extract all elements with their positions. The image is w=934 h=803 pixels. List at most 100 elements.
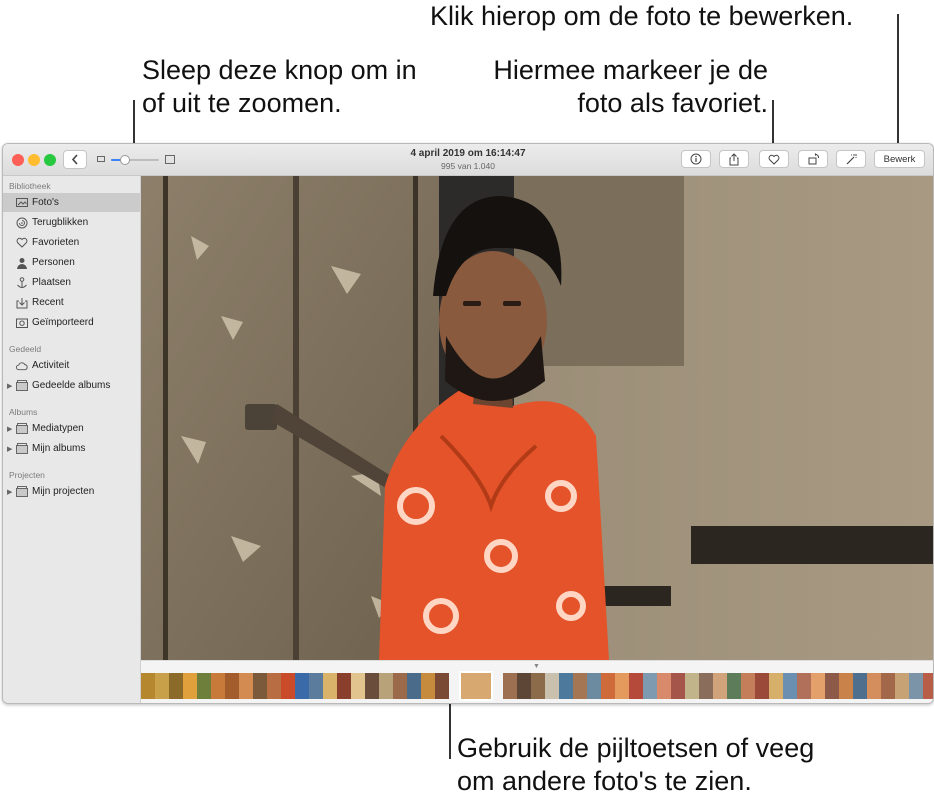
filmstrip-thumbnail[interactable]: [671, 673, 685, 699]
favorite-callout: Hiermee markeer je de foto als favoriet.: [468, 54, 768, 120]
filmstrip-thumbnail[interactable]: [559, 673, 573, 699]
filmstrip-thumbnail[interactable]: [281, 673, 295, 699]
sidebar-heading-gedeeld: Gedeeld: [9, 344, 42, 354]
filmstrip-thumbnail[interactable]: [769, 673, 783, 699]
rotate-button[interactable]: [798, 150, 828, 168]
filmstrip-thumbnail[interactable]: [435, 673, 449, 699]
filmstrip-thumbnail[interactable]: [629, 673, 643, 699]
sidebar-item-label: Plaatsen: [32, 277, 71, 288]
filmstrip[interactable]: ▼: [141, 660, 933, 703]
filmstrip-thumbnail[interactable]: [685, 673, 699, 699]
rotate-icon: [808, 153, 819, 165]
folder-icon: [16, 486, 28, 498]
sidebar-item-label: Recent: [32, 297, 64, 308]
sidebar-item-imported[interactable]: Geïmporteerd: [3, 313, 140, 332]
sidebar-item-label: Geïmporteerd: [32, 317, 94, 328]
sidebar-item-favorites[interactable]: Favorieten: [3, 233, 140, 252]
filmstrip-thumbnail[interactable]: [895, 673, 909, 699]
disclosure-triangle-icon[interactable]: ▶: [7, 425, 12, 433]
filmstrip-thumbnail-current[interactable]: [459, 671, 493, 701]
enhance-button[interactable]: [836, 150, 866, 168]
sidebar-item-label: Favorieten: [32, 237, 80, 248]
filmstrip-thumbnail[interactable]: [517, 673, 531, 699]
sidebar-item-media-types[interactable]: ▶ Mediatypen: [3, 419, 140, 438]
info-button[interactable]: [681, 150, 711, 168]
favorite-button[interactable]: [759, 150, 789, 168]
filmstrip-thumbnail[interactable]: [853, 673, 867, 699]
filmstrip-thumbnail[interactable]: [421, 673, 435, 699]
sidebar-item-shared-albums[interactable]: ▶ Gedeelde albums: [3, 376, 140, 395]
filmstrip-thumbnail[interactable]: [225, 673, 239, 699]
filmstrip-thumbnail[interactable]: [643, 673, 657, 699]
filmstrip-thumbnail[interactable]: [587, 673, 601, 699]
info-icon: [690, 153, 702, 165]
filmstrip-thumbnail[interactable]: [713, 673, 727, 699]
edit-leader-line: [897, 14, 899, 156]
sidebar-item-recent[interactable]: Recent: [3, 293, 140, 312]
filmstrip-thumbnail[interactable]: [783, 673, 797, 699]
filmstrip-thumbnail[interactable]: [337, 673, 351, 699]
filmstrip-thumbnail[interactable]: [531, 673, 545, 699]
filmstrip-thumbnail[interactable]: [867, 673, 881, 699]
filmstrip-thumbnail[interactable]: [923, 673, 933, 699]
sidebar-item-label: Mediatypen: [32, 423, 84, 434]
filmstrip-thumbnail[interactable]: [881, 673, 895, 699]
filmstrip-thumbnail[interactable]: [573, 673, 587, 699]
filmstrip-thumbnail[interactable]: [295, 673, 309, 699]
filmstrip-thumbnail[interactable]: [839, 673, 853, 699]
heart-icon: [768, 154, 780, 165]
disclosure-triangle-icon[interactable]: ▶: [7, 382, 12, 390]
sidebar-item-photos[interactable]: Foto's: [3, 193, 140, 212]
title-bar: 4 april 2019 om 16:14:47 995 van 1.040 B…: [3, 144, 933, 176]
filmstrip-thumbnail[interactable]: [741, 673, 755, 699]
filmstrip-thumbnail[interactable]: [169, 673, 183, 699]
filmstrip-thumbnail[interactable]: [657, 673, 671, 699]
disclosure-triangle-icon[interactable]: ▶: [7, 445, 12, 453]
filmstrip-thumbnail[interactable]: [141, 673, 155, 699]
filmstrip-thumbnail[interactable]: [197, 673, 211, 699]
sidebar-item-activity[interactable]: Activiteit: [3, 356, 140, 375]
sidebar-item-people[interactable]: Personen: [3, 253, 140, 272]
filmstrip-thumbnail[interactable]: [309, 673, 323, 699]
filmstrip-thumbnail[interactable]: [351, 673, 365, 699]
filmstrip-thumbnail[interactable]: [267, 673, 281, 699]
sidebar-item-memories[interactable]: Terugblikken: [3, 213, 140, 232]
filmstrip-thumbnail[interactable]: [239, 673, 253, 699]
share-button[interactable]: [719, 150, 749, 168]
filmstrip-thumbnail[interactable]: [503, 673, 517, 699]
filmstrip-thumbnail[interactable]: [825, 673, 839, 699]
edit-button[interactable]: Bewerk: [874, 150, 925, 168]
main-photo[interactable]: [141, 176, 933, 660]
filmstrip-thumbnail[interactable]: [183, 673, 197, 699]
filmstrip-thumbnail[interactable]: [699, 673, 713, 699]
filmstrip-thumbnail[interactable]: [253, 673, 267, 699]
photos-icon: [16, 197, 28, 209]
sidebar-item-places[interactable]: Plaatsen: [3, 273, 140, 292]
filmstrip-thumbnail[interactable]: [727, 673, 741, 699]
filmstrip-thumbnail[interactable]: [545, 673, 559, 699]
sidebar-item-my-albums[interactable]: ▶ Mijn albums: [3, 439, 140, 458]
filmstrip-thumbnail[interactable]: [811, 673, 825, 699]
sidebar-item-my-projects[interactable]: ▶ Mijn projecten: [3, 482, 140, 501]
filmstrip-thumbnail[interactable]: [407, 673, 421, 699]
zoom-callout-line-2: of uit te zoomen.: [142, 88, 342, 118]
filmstrip-thumbnail[interactable]: [155, 673, 169, 699]
folder-icon: [16, 423, 28, 435]
cloud-icon: [16, 360, 28, 372]
arrows-leader-line: [449, 697, 451, 759]
filmstrip-thumbnail[interactable]: [365, 673, 379, 699]
folder-icon: [16, 443, 28, 455]
filmstrip-thumbnail[interactable]: [615, 673, 629, 699]
filmstrip-thumbnail[interactable]: [755, 673, 769, 699]
sidebar-item-label: Mijn albums: [32, 443, 86, 454]
filmstrip-thumbnail[interactable]: [323, 673, 337, 699]
filmstrip-thumbnail[interactable]: [909, 673, 923, 699]
filmstrip-thumbnail[interactable]: [797, 673, 811, 699]
folder-icon: [16, 380, 28, 392]
filmstrip-thumbnail[interactable]: [601, 673, 615, 699]
filmstrip-thumbnail[interactable]: [379, 673, 393, 699]
filmstrip-thumbnail[interactable]: [393, 673, 407, 699]
disclosure-triangle-icon[interactable]: ▶: [7, 488, 12, 496]
sidebar-heading-bibliotheek: Bibliotheek: [9, 181, 51, 191]
filmstrip-thumbnail[interactable]: [211, 673, 225, 699]
